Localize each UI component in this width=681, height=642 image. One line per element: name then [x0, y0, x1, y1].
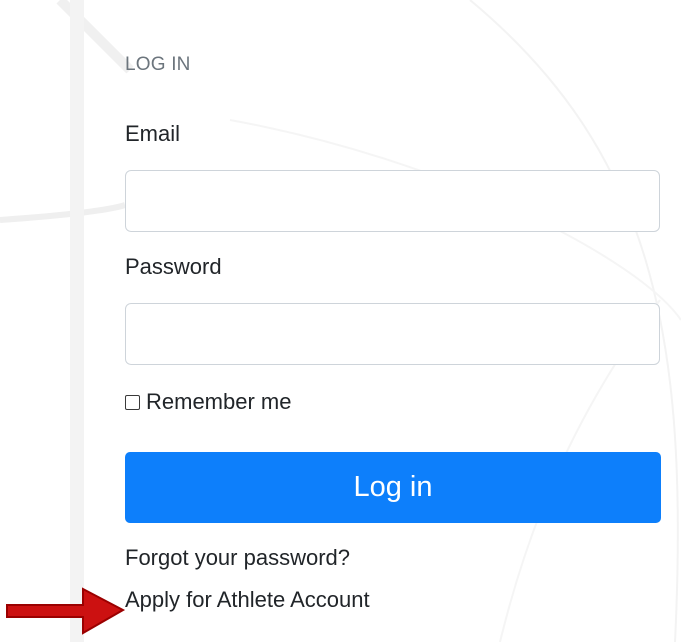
remember-me-option[interactable]: Remember me	[125, 389, 291, 415]
login-panel: LOG IN Email Password Remember me Log in…	[125, 0, 661, 642]
left-divider	[70, 0, 84, 642]
forgot-password-link[interactable]: Forgot your password?	[125, 545, 350, 571]
remember-me-label: Remember me	[146, 389, 292, 414]
section-title: LOG IN	[125, 54, 191, 75]
email-label: Email	[125, 121, 181, 146]
email-input[interactable]	[125, 170, 660, 232]
login-button[interactable]: Log in	[125, 452, 661, 523]
remember-me-checkbox[interactable]	[125, 394, 140, 410]
apply-athlete-account-link[interactable]: Apply for Athlete Account	[125, 587, 370, 613]
arrow-right-icon	[6, 587, 126, 635]
password-input[interactable]	[125, 303, 660, 365]
password-label: Password	[125, 254, 222, 279]
